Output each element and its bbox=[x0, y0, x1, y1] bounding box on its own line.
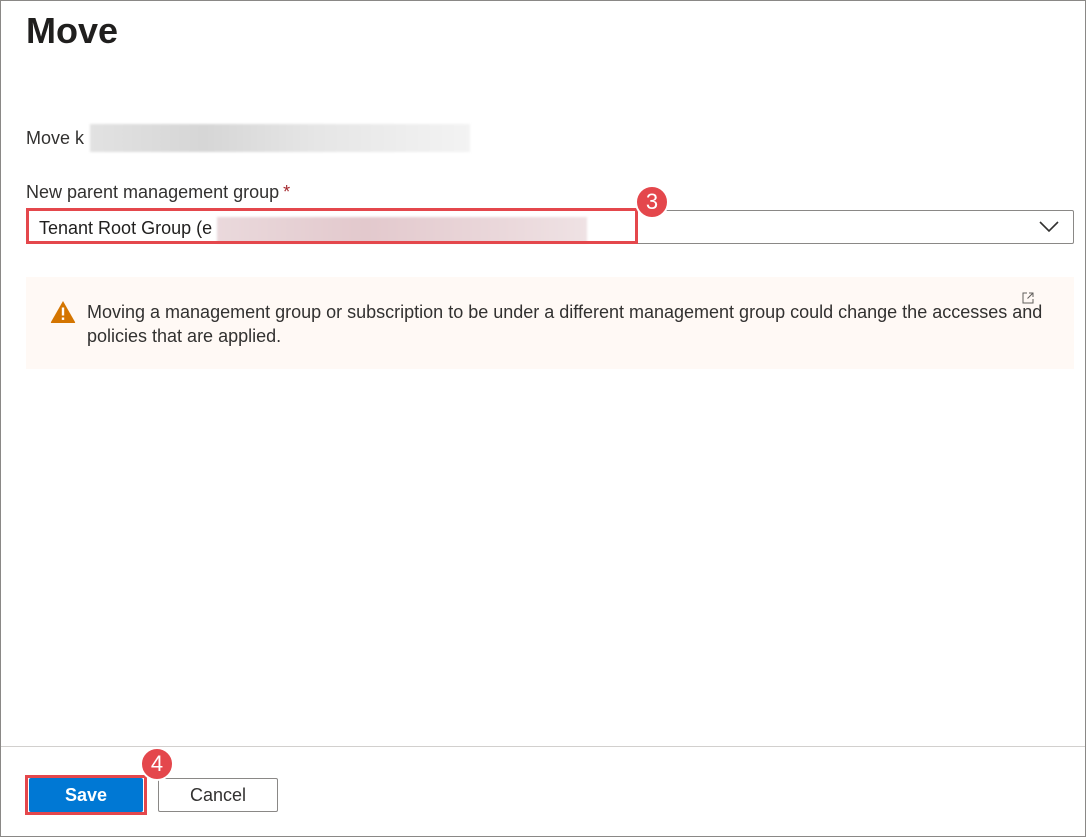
step-badge-4: 4 bbox=[140, 747, 174, 781]
page-title: Move bbox=[26, 10, 119, 51]
required-marker: * bbox=[283, 182, 291, 202]
chevron-down-icon bbox=[1039, 221, 1059, 233]
parent-group-dropdown[interactable]: Tenant Root Group (e bbox=[26, 210, 1074, 244]
move-target-line: Move k bbox=[26, 124, 471, 152]
move-target-label: Move k bbox=[26, 128, 85, 148]
warning-banner: Moving a management group or subscriptio… bbox=[26, 277, 1074, 369]
redacted-item-name bbox=[90, 124, 471, 152]
parent-group-label-text: New parent management group bbox=[26, 182, 280, 202]
redacted-group-id bbox=[217, 217, 587, 243]
save-button[interactable]: Save bbox=[29, 778, 143, 812]
move-panel: Move Move k New parent management group *… bbox=[0, 0, 1086, 837]
warning-message: Moving a management group or subscriptio… bbox=[87, 302, 1043, 346]
cancel-button[interactable]: Cancel bbox=[158, 778, 278, 812]
parent-group-label: New parent management group * bbox=[26, 180, 290, 204]
external-link-icon[interactable] bbox=[1022, 292, 1034, 304]
warning-icon bbox=[50, 301, 76, 323]
step-badge-3: 3 bbox=[635, 185, 669, 219]
dropdown-selected-value: Tenant Root Group (e bbox=[39, 218, 213, 238]
footer-divider bbox=[1, 746, 1085, 747]
